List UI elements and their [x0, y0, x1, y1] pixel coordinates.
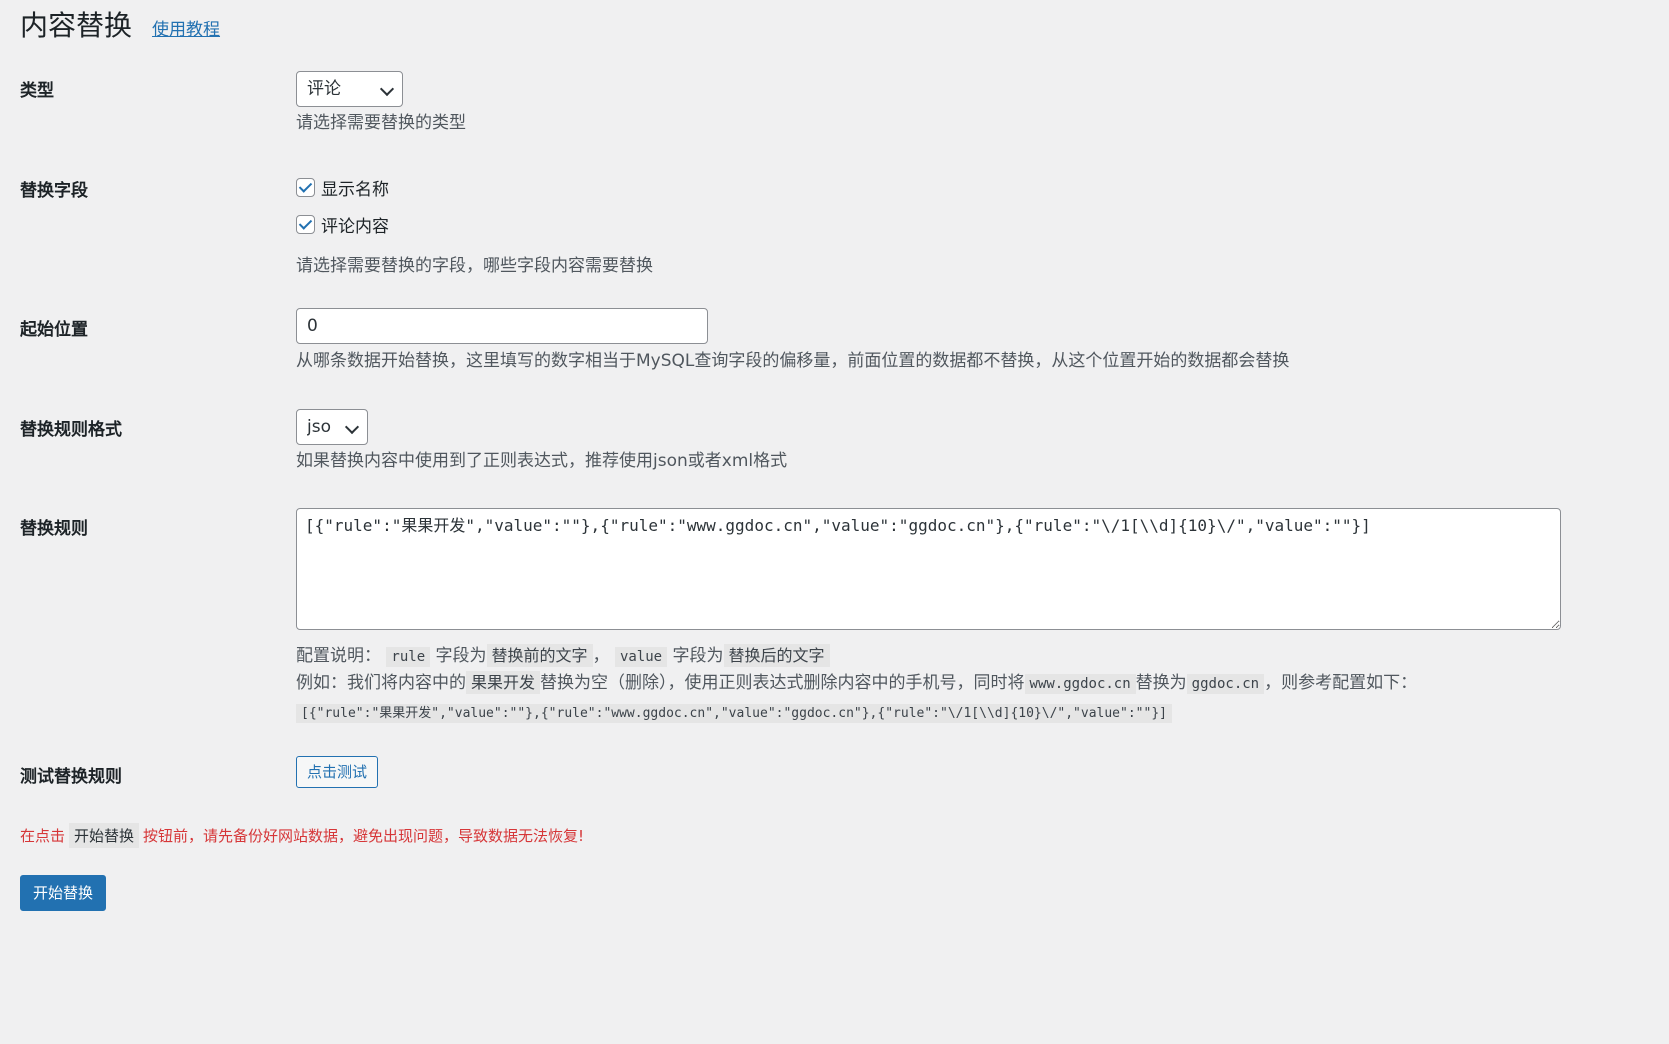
type-field: 评论 请选择需要替换的类型: [296, 71, 466, 135]
example-prefix: 例如：我们将内容中的: [296, 673, 466, 693]
checkbox-comment-content-row[interactable]: 评论内容: [296, 209, 653, 239]
checkbox-display-name[interactable]: [296, 177, 315, 197]
tutorial-link[interactable]: 使用教程: [152, 15, 220, 40]
format-label: 替换规则格式: [20, 420, 122, 440]
format-select-box[interactable]: json: [296, 409, 368, 445]
type-select[interactable]: 评论: [296, 71, 403, 107]
comma: ，: [592, 646, 610, 666]
checkbox-comment-content[interactable]: [296, 214, 315, 234]
field-is-text: 字段为: [435, 646, 487, 666]
checkbox-display-name-row[interactable]: 显示名称: [296, 172, 653, 202]
code-value: value: [614, 647, 668, 667]
code-domain: www.ggdoc.cn: [1024, 674, 1136, 694]
code-rule: rule: [386, 647, 431, 667]
config-example: 例如：我们将内容中的 果果开发 替换为空（删除），使用正则表达式删除内容中的手机号，…: [296, 670, 1561, 697]
example-suffix: ，则参考配置如下：: [1264, 673, 1418, 693]
test-label: 测试替换规则: [20, 767, 122, 787]
checkbox-display-name-label[interactable]: 显示名称: [321, 175, 389, 200]
type-label: 类型: [20, 81, 54, 101]
offset-input[interactable]: [296, 308, 708, 344]
rules-textarea[interactable]: [296, 508, 1561, 630]
start-replace-button[interactable]: 开始替换: [20, 875, 107, 911]
test-button[interactable]: 点击测试: [296, 756, 379, 788]
config-prefix: 配置说明：: [296, 646, 381, 666]
page-title: 内容替换: [20, 9, 133, 42]
format-description: 如果替换内容中使用到了正则表达式，推荐使用json或者xml格式: [296, 451, 788, 471]
type-description: 请选择需要替换的类型: [296, 113, 466, 133]
config-example-code-line: [{"rule":"果果开发","value":""},{"rule":"www…: [296, 699, 1561, 727]
example-mid1: 替换为空（删除），使用正则表达式删除内容中的手机号，同时将: [540, 673, 1025, 693]
code-domain2: ggdoc.cn: [1186, 674, 1265, 694]
offset-description: 从哪条数据开始替换，这里填写的数字相当于MySQL查询字段的偏移量，前面位置的数…: [296, 351, 1290, 371]
offset-field: 从哪条数据开始替换，这里填写的数字相当于MySQL查询字段的偏移量，前面位置的数…: [296, 308, 1289, 373]
rules-help: 配置说明： rule 字段为 替换前的文字， value 字段为 替换后的文字 例如…: [296, 643, 1561, 727]
page-header: 内容替换 使用教程: [20, 8, 220, 44]
rules-field: 配置说明： rule 字段为替换前的文字， value 字段为替换后的文字 例如…: [296, 508, 1561, 727]
format-field: json 如果替换内容中使用到了正则表达式，推荐使用json或者xml格式: [296, 409, 787, 473]
code-example-config: [{"rule":"果果开发","value":""},{"rule":"www…: [296, 704, 1172, 723]
code-example-word: 果果开发: [466, 671, 541, 694]
fields-field: 显示名称 评论内容 请选择需要替换的字段，哪些字段内容需要替换: [296, 172, 653, 278]
fields-label: 替换字段: [20, 181, 88, 201]
rules-label: 替换规则: [20, 519, 88, 539]
offset-label: 起始位置: [20, 320, 88, 340]
backup-warning: 在点击 开始替换 按钮前，请先备份好网站数据，避免出现问题，导致数据无法恢复!: [20, 823, 584, 848]
format-select[interactable]: json: [296, 409, 368, 445]
test-field: 点击测试: [296, 756, 379, 788]
field-is-text-2: 字段为: [672, 646, 724, 666]
warning-suffix: 按钮前，请先备份好网站数据，避免出现问题，导致数据无法恢复!: [143, 827, 585, 845]
warning-prefix: 在点击: [20, 827, 66, 845]
warning-code: 开始替换: [69, 823, 140, 848]
type-select-box[interactable]: 评论: [296, 71, 403, 107]
code-after-text: 替换后的文字: [723, 644, 830, 667]
code-before-text: 替换前的文字: [486, 644, 593, 667]
checkbox-comment-content-label[interactable]: 评论内容: [321, 212, 389, 237]
fields-description: 请选择需要替换的字段，哪些字段内容需要替换: [296, 256, 653, 276]
example-mid2: 替换为: [1135, 673, 1187, 693]
config-explanation: 配置说明： rule 字段为 替换前的文字， value 字段为 替换后的文字: [296, 643, 1561, 670]
